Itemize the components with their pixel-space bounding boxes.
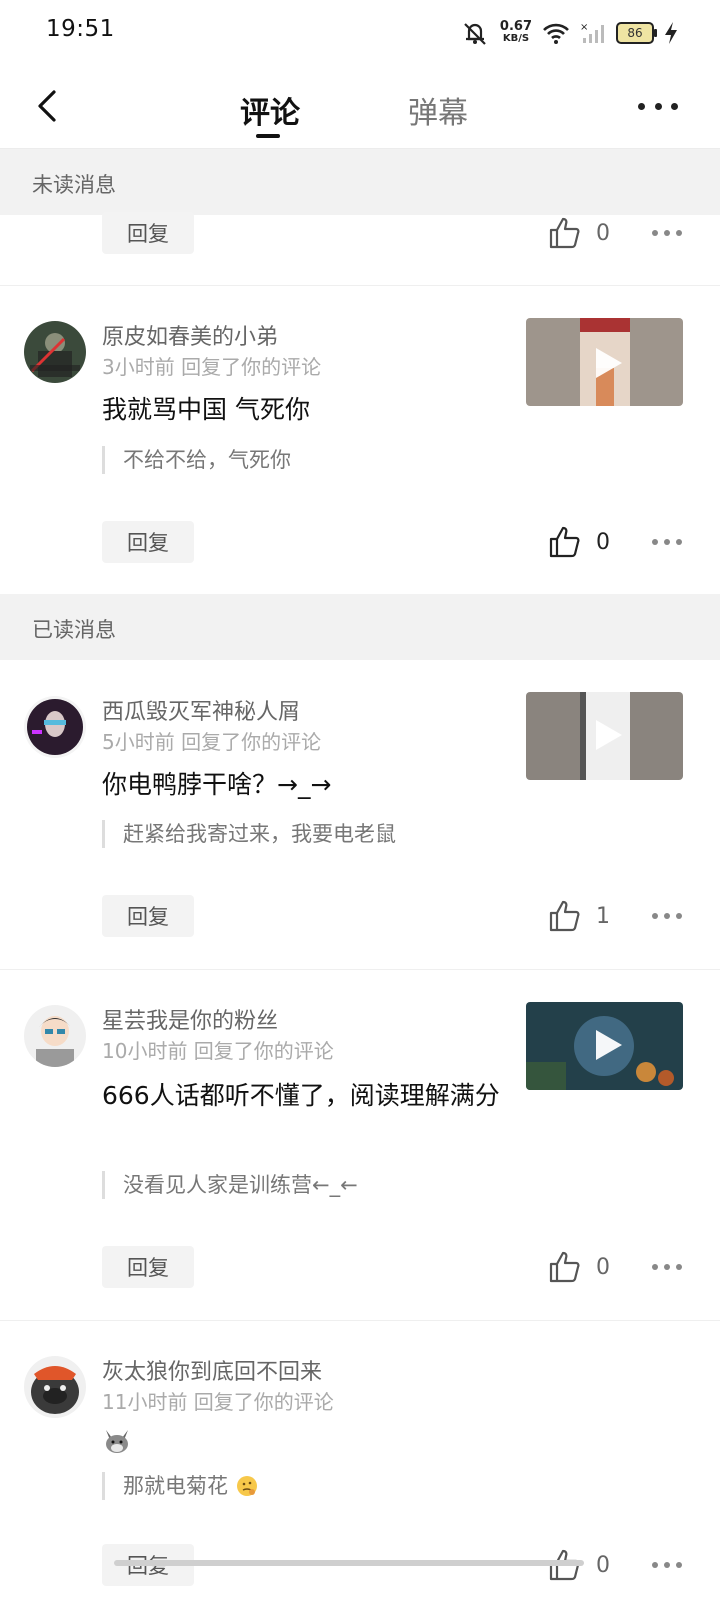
divider bbox=[0, 285, 720, 286]
comment-meta: 3小时前 回复了你的评论 bbox=[102, 355, 322, 379]
wifi-icon bbox=[543, 23, 569, 44]
scroll-indicator[interactable] bbox=[114, 1560, 584, 1566]
battery-level: 86 bbox=[627, 26, 643, 40]
status-time: 19:51 bbox=[46, 16, 115, 42]
status-bar: 19:51 0.67 KB/S × 86 bbox=[0, 0, 720, 66]
like-button[interactable]: 0 bbox=[548, 214, 610, 252]
avatar[interactable] bbox=[24, 1005, 86, 1067]
comment-meta: 10小时前 回复了你的评论 bbox=[102, 1039, 334, 1063]
quoted-comment: 不给不给，气死你 bbox=[102, 446, 291, 474]
video-thumbnail[interactable] bbox=[526, 318, 683, 406]
item-more-icon[interactable] bbox=[652, 228, 682, 238]
tab-danmaku[interactable]: 弹幕 bbox=[408, 88, 468, 132]
like-count: 0 bbox=[596, 1552, 610, 1578]
network-speed: 0.67 KB/S bbox=[499, 19, 532, 45]
thumbs-up-icon bbox=[549, 217, 580, 249]
like-button[interactable]: 1 bbox=[548, 897, 610, 935]
item-more-icon[interactable] bbox=[652, 1560, 682, 1570]
tab-active-indicator bbox=[256, 134, 280, 138]
user-name[interactable]: 灰太狼你到底回不回来 bbox=[102, 1354, 322, 1386]
comment-text[interactable]: 666人话都听不懂了，阅读理解满分 bbox=[102, 1076, 502, 1116]
reply-button[interactable]: 回复 bbox=[102, 1246, 194, 1288]
mute-bell-icon bbox=[464, 23, 486, 45]
divider bbox=[0, 1320, 720, 1321]
comment-meta: 5小时前 回复了你的评论 bbox=[102, 730, 322, 754]
network-speed-unit: KB/S bbox=[502, 33, 530, 44]
avatar[interactable] bbox=[24, 1356, 86, 1418]
wolf-emoji-icon bbox=[102, 1426, 132, 1456]
thumbs-up-icon bbox=[549, 526, 580, 558]
section-unread: 未读消息 bbox=[0, 149, 720, 215]
divider bbox=[0, 969, 720, 970]
thumbs-up-icon bbox=[549, 1251, 580, 1283]
item-more-icon[interactable] bbox=[652, 911, 682, 921]
signal-icon: × bbox=[580, 22, 604, 43]
top-nav: 评论 弹幕 bbox=[0, 66, 720, 149]
more-options-icon[interactable] bbox=[638, 94, 678, 118]
thinking-emoji-icon bbox=[236, 1476, 257, 1496]
item-more-icon[interactable] bbox=[652, 1262, 682, 1272]
user-name[interactable]: 原皮如春美的小弟 bbox=[102, 319, 278, 351]
quoted-comment: 那就电菊花 bbox=[102, 1472, 259, 1500]
status-icons: 0.67 KB/S × 86 bbox=[460, 16, 678, 50]
section-read: 已读消息 bbox=[0, 594, 720, 660]
user-name[interactable]: 西瓜毁灭军神秘人屑 bbox=[102, 694, 300, 726]
charging-icon bbox=[665, 22, 677, 44]
quoted-comment: 没看见人家是训练营←_← bbox=[102, 1171, 358, 1199]
quoted-comment-text: 那就电菊花 bbox=[123, 1474, 228, 1498]
section-unread-label: 未读消息 bbox=[32, 173, 116, 197]
reply-button[interactable]: 回复 bbox=[102, 895, 194, 937]
battery-indicator: 86 bbox=[616, 22, 657, 44]
like-count: 0 bbox=[596, 529, 610, 555]
reply-button[interactable]: 回复 bbox=[102, 521, 194, 563]
video-thumbnail[interactable] bbox=[526, 1002, 683, 1090]
user-name[interactable]: 星芸我是你的粉丝 bbox=[102, 1003, 278, 1035]
comment-text[interactable]: 你电鸭脖干啥？→_→ bbox=[102, 765, 502, 805]
tab-comments[interactable]: 评论 bbox=[240, 88, 300, 132]
back-icon[interactable] bbox=[30, 86, 70, 126]
comment-text[interactable]: 我就骂中国 气死你 bbox=[102, 390, 502, 430]
like-count: 0 bbox=[596, 220, 610, 246]
reply-button[interactable]: 回复 bbox=[102, 212, 194, 254]
svg-text:×: × bbox=[580, 22, 588, 33]
quoted-comment: 赶紧给我寄过来，我要电老鼠 bbox=[102, 820, 396, 848]
video-thumbnail[interactable] bbox=[526, 692, 683, 780]
like-count: 1 bbox=[596, 903, 610, 929]
like-button[interactable]: 0 bbox=[548, 1248, 610, 1286]
network-speed-value: 0.67 bbox=[499, 19, 532, 34]
like-button[interactable]: 0 bbox=[548, 523, 610, 561]
avatar[interactable] bbox=[24, 696, 86, 758]
section-read-label: 已读消息 bbox=[32, 618, 116, 642]
item-more-icon[interactable] bbox=[652, 537, 682, 547]
avatar[interactable] bbox=[24, 321, 86, 383]
thumbs-up-icon bbox=[549, 900, 580, 932]
comment-meta: 11小时前 回复了你的评论 bbox=[102, 1390, 334, 1414]
like-count: 0 bbox=[596, 1254, 610, 1280]
